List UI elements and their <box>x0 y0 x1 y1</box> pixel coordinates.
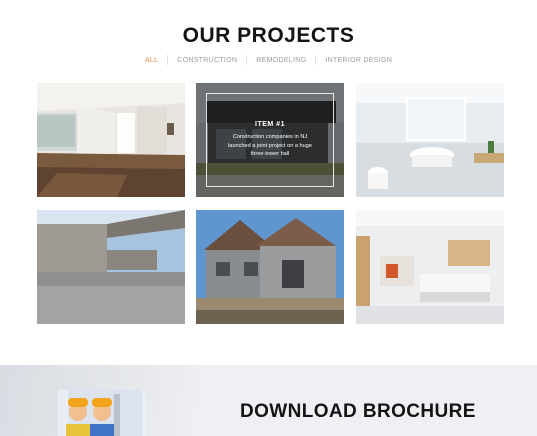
project-tile-3[interactable] <box>356 83 504 197</box>
brochure-section: DOWNLOAD BROCHURE <box>0 365 537 436</box>
project-filters: ALL CONSTRUCTION REMODELING INTERIOR DES… <box>0 55 537 65</box>
project-tile-5[interactable] <box>196 210 344 324</box>
project-item-title: ITEM #1 <box>255 120 285 128</box>
brochure-workers-image <box>58 390 146 436</box>
filter-remodeling[interactable]: REMODELING <box>247 57 315 64</box>
project-tile-2[interactable]: ITEM #1 Construction companies in NJ lau… <box>196 83 344 197</box>
house-construction-image <box>196 210 344 324</box>
filter-interior-design[interactable]: INTERIOR DESIGN <box>316 57 401 64</box>
section-title: OUR PROJECTS <box>182 24 355 47</box>
overlay-frame: ITEM #1 Construction companies in NJ lau… <box>206 93 334 187</box>
empty-apartment-image <box>37 83 185 197</box>
filter-construction[interactable]: CONSTRUCTION <box>168 57 246 64</box>
filter-all[interactable]: ALL <box>136 57 167 64</box>
project-tile-6[interactable] <box>356 210 504 324</box>
kitchen-image <box>356 210 504 324</box>
concrete-architecture-image <box>37 210 185 324</box>
brochure-title: DOWNLOAD BROCHURE <box>240 401 476 422</box>
project-item-description: Construction companies in NJ launched a … <box>228 133 312 158</box>
project-overlay: ITEM #1 Construction companies in NJ lau… <box>196 83 344 197</box>
project-tile-4[interactable] <box>37 210 185 324</box>
project-tile-1[interactable] <box>37 83 185 197</box>
bathroom-image <box>356 83 504 197</box>
